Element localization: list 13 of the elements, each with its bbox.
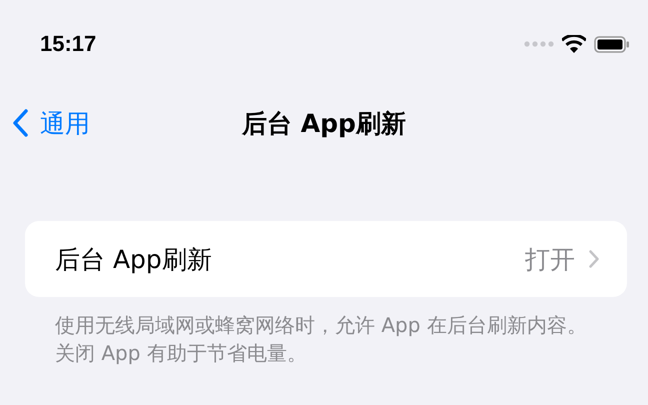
status-time: 15:17 [40, 31, 96, 57]
page-title: 后台 App刷新 [242, 108, 406, 140]
back-button[interactable]: 通用 [0, 106, 90, 140]
chevron-icon [589, 250, 599, 268]
footer-note: 使用无线局域网或蜂窝网络时，允许 App 在后台刷新内容。关闭 App 有助于节省电量。 [55, 312, 588, 367]
wifi-icon [562, 35, 586, 53]
back-chevron-icon [12, 109, 28, 137]
row-label: 后台 App刷新 [55, 244, 212, 276]
back-label[interactable]: 通用 [40, 106, 90, 140]
battery-icon [594, 36, 630, 52]
signal-icon [524, 41, 554, 47]
settings-row[interactable]: 后台 App刷新 打开 [25, 221, 627, 297]
row-value: 打开 [525, 244, 575, 276]
